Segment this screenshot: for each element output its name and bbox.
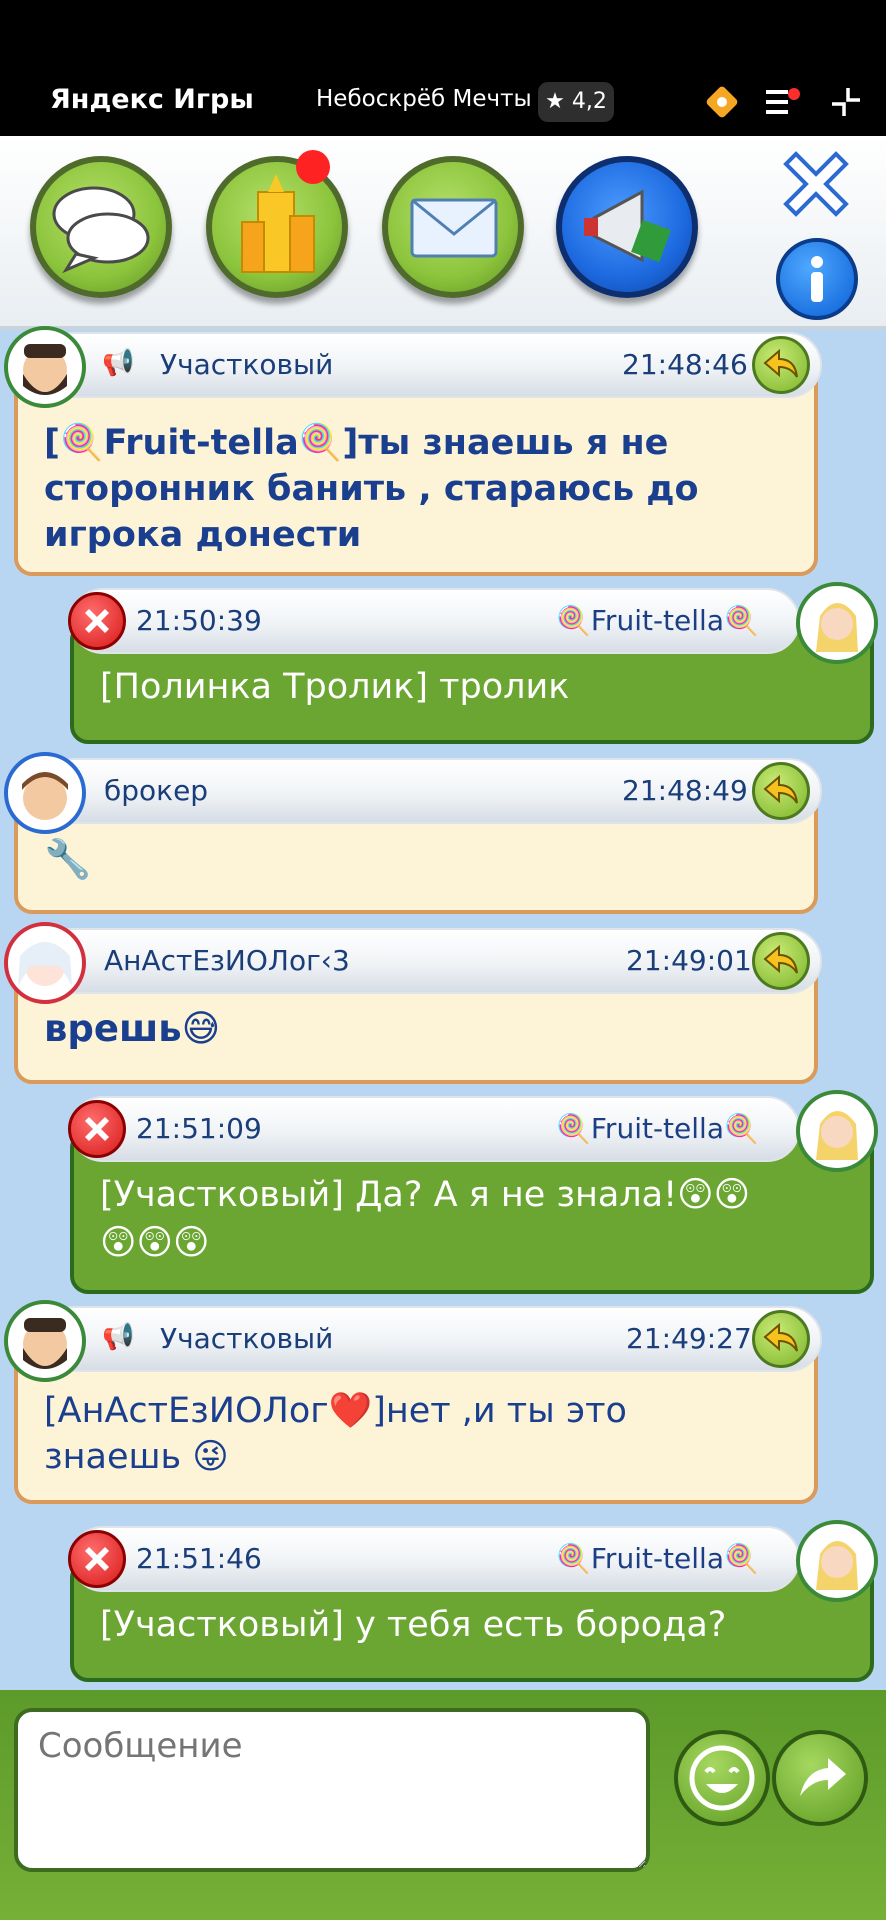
avatar[interactable] (4, 922, 86, 1004)
reply-button[interactable] (752, 1310, 810, 1368)
avatar[interactable] (796, 582, 878, 664)
message-input[interactable] (14, 1708, 650, 1872)
collapse-icon[interactable] (828, 84, 864, 120)
reply-button[interactable] (752, 336, 810, 394)
chat-button[interactable] (30, 156, 172, 298)
message-text-line: [Участковый] Да? А я не знала!😲😲 (100, 1175, 751, 1215)
rating-badge[interactable]: ★ 4,2 (538, 82, 614, 122)
message-header: 21:50:39 🍭Fruit-tella🍭 (70, 588, 800, 654)
delete-icon (85, 609, 109, 633)
message-author[interactable]: Участковый (160, 348, 333, 381)
message-time: 21:49:01 (626, 944, 752, 977)
megaphone-icon (584, 189, 671, 263)
reply-icon (763, 774, 798, 804)
message-author[interactable]: 🍭Fruit-tella🍭 (556, 1112, 759, 1145)
message-text-line: сторонник банить , стараюсь до (44, 469, 699, 509)
skyscraper-button[interactable] (206, 156, 348, 298)
info-icon (811, 256, 823, 302)
avatar[interactable] (4, 752, 86, 834)
chat-message: врешь😅 АнАстЕзИОЛог‹3 21:49:01 (0, 922, 886, 1088)
message-header: 21:51:09 🍭Fruit-tella🍭 (70, 1096, 800, 1162)
chat-message: 🔧 брокер 21:48:49 (0, 752, 886, 918)
composer-bar (0, 1690, 886, 1920)
coupon-icon[interactable] (704, 84, 740, 120)
avatar[interactable] (796, 1090, 878, 1172)
menu-icon[interactable] (764, 84, 800, 120)
info-button[interactable] (776, 238, 858, 320)
message-text-line: игрока донести (44, 515, 362, 555)
send-button[interactable] (772, 1730, 868, 1826)
send-arrow-icon (800, 1758, 846, 1796)
smile-icon (689, 1745, 755, 1811)
message-author[interactable]: 🍭Fruit-tella🍭 (556, 604, 759, 637)
chat-message: [АнАстЕзИОЛог❤️]нет ,и ты это знаешь 😜 📢… (0, 1300, 886, 1506)
emoji-button[interactable] (674, 1730, 770, 1826)
message-time: 21:48:49 (622, 774, 748, 807)
reply-button[interactable] (752, 762, 810, 820)
message-time: 21:48:46 (622, 348, 748, 381)
chat-message: [Участковый] у тебя есть борода? 21:51:4… (0, 1520, 886, 1686)
notification-dot (296, 150, 330, 184)
message-text: врешь😅 (44, 1007, 221, 1050)
message-text: 🔧 (44, 837, 92, 881)
reply-button[interactable] (752, 932, 810, 990)
message-time: 21:51:46 (136, 1542, 262, 1575)
game-toolbar (0, 136, 886, 330)
reply-icon (763, 944, 798, 974)
message-header: брокер 21:48:49 (40, 758, 822, 824)
message-author[interactable]: 🍭Fruit-tella🍭 (556, 1542, 759, 1575)
game-title: Небоскрёб Мечты (316, 86, 532, 112)
skyscraper-icon (241, 174, 315, 273)
message-author[interactable]: АнАстЕзИОЛог‹3 (104, 944, 350, 977)
envelope-icon (410, 198, 498, 258)
message-header: 21:51:46 🍭Fruit-tella🍭 (70, 1526, 800, 1592)
avatar[interactable] (796, 1520, 878, 1602)
megaphone-icon: 📢 (102, 1322, 135, 1352)
message-author[interactable]: Участковый (160, 1322, 333, 1355)
delete-icon (85, 1547, 109, 1571)
message-header: АнАстЕзИОЛог‹3 21:49:01 (40, 928, 822, 994)
megaphone-icon: 📢 (102, 348, 135, 378)
delete-button[interactable] (68, 1100, 126, 1158)
message-header: 📢 Участковый 21:49:27 (40, 1306, 822, 1372)
chat-message: [Участковый] Да? А я не знала!😲😲 😲😲😲 21:… (0, 1090, 886, 1296)
delete-button[interactable] (68, 592, 126, 650)
avatar[interactable] (4, 1300, 86, 1382)
message-text-line: 😲😲😲 (100, 1223, 210, 1263)
avatar[interactable] (4, 326, 86, 408)
mail-button[interactable] (382, 156, 524, 298)
message-text: [Полинка Тролик] тролик (100, 667, 570, 707)
close-icon[interactable] (776, 144, 856, 224)
announcement-button[interactable] (556, 156, 698, 298)
message-time: 21:50:39 (136, 604, 262, 637)
delete-icon (85, 1117, 109, 1141)
chat-message: [🍭Fruit-tella🍭]ты знаешь я не сторонник … (0, 326, 886, 580)
chat-feed[interactable]: [🍭Fruit-tella🍭]ты знаешь я не сторонник … (0, 326, 886, 1690)
delete-button[interactable] (68, 1530, 126, 1588)
reply-icon (763, 1322, 798, 1352)
chat-bubbles-icon (52, 186, 150, 274)
message-text-line: [🍭Fruit-tella🍭]ты знаешь я не (44, 423, 669, 463)
message-time: 21:51:09 (136, 1112, 262, 1145)
reply-icon (763, 348, 798, 378)
chat-message: [Полинка Тролик] тролик 21:50:39 🍭Fruit-… (0, 582, 886, 748)
message-text-line: [АнАстЕзИОЛог❤️]нет ,и ты это (44, 1391, 627, 1431)
message-time: 21:49:27 (626, 1322, 752, 1355)
message-author[interactable]: брокер (104, 774, 208, 807)
message-text: [Участковый] у тебя есть борода? (100, 1605, 727, 1645)
message-header: 📢 Участковый 21:48:46 (40, 332, 822, 398)
brand-title[interactable]: Яндекс Игры (50, 84, 254, 115)
message-text-line: знаешь 😜 (44, 1437, 229, 1477)
system-top-bar: Яндекс Игры Небоскрёб Мечты ★ 4,2 (0, 0, 886, 136)
